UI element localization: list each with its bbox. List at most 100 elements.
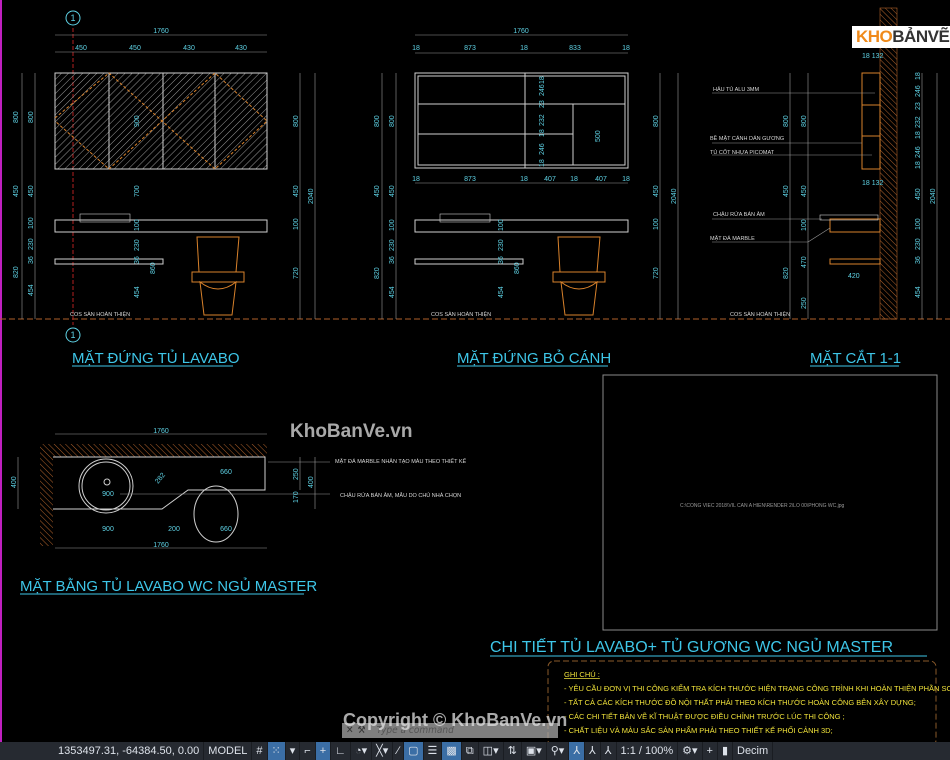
isometric-icon[interactable]: ╳▾	[372, 742, 394, 760]
drawing-ellipse	[193, 485, 239, 543]
drawing-text: 1	[70, 13, 75, 23]
auto-scale-icon[interactable]: ⅄	[585, 742, 601, 760]
drawing-text: 820	[13, 266, 20, 278]
drawing-text: 100	[498, 219, 505, 231]
drawing-text: 2040	[671, 188, 678, 204]
drawing-text: 100	[653, 218, 660, 230]
drawing-path	[196, 236, 240, 273]
drawing-text: 700	[134, 185, 141, 197]
drawing-text: 873	[464, 176, 476, 183]
drawing-circle	[103, 478, 111, 486]
toilet-icon	[191, 236, 245, 316]
drawing-text: 820	[783, 267, 790, 279]
drawing-text: 430	[235, 45, 247, 52]
drawing-canvas[interactable]: 1 1 1760 450 450 430 430 800 800 450 450…	[0, 0, 950, 742]
drawing-text: 454	[389, 286, 396, 298]
drawing-rect	[414, 258, 524, 265]
drawing-text: COS SÀN HOÀN THIỆN	[730, 310, 790, 318]
drawing-text: - YÊU CẦU ĐƠN VỊ THI CÔNG KIỂM TRA KÍCH …	[564, 683, 950, 693]
annotation-visibility-icon[interactable]: ⅄	[569, 742, 586, 760]
drawing-text: 36	[28, 256, 35, 264]
dynamic-input-icon[interactable]: +	[315, 742, 332, 760]
drawing-text: TỦ CỐT NHỰA PICOMAT	[710, 149, 775, 156]
drawing-text: 36	[134, 256, 141, 264]
drawing-text: HẬU TỦ ALU 3MM	[713, 86, 759, 93]
drawing-text: 18	[539, 76, 546, 84]
drawing-text: 800	[374, 115, 381, 127]
drawing-text: CHẬU RỬA BÁN ÂM, MẪU DO CHỦ NHÀ CHỌN	[340, 492, 461, 499]
elevation-no-doors: 1760 18 873 18 833 18 18 873 18 407 18 4…	[374, 28, 679, 319]
drawing-text: 18	[539, 129, 546, 137]
drawing-text: 200	[168, 526, 180, 533]
elevation-lavabo: 1760 450 450 430 430 800 800 450 450 100…	[13, 28, 316, 319]
gear-icon[interactable]: ⚙▾	[678, 742, 703, 760]
drawing-text: 250	[801, 297, 808, 309]
drawing-text: 18	[539, 159, 546, 167]
drawing-path	[552, 271, 606, 283]
plan-lavabo: 1760 1760 900 900 200 660 660 282 400 25…	[11, 428, 467, 549]
selection-filter-icon[interactable]: ▣▾	[522, 742, 547, 760]
selection-cycling-icon[interactable]: ⧉	[462, 742, 479, 760]
plus-icon[interactable]: +	[703, 742, 718, 760]
drawing-text: 450	[13, 185, 20, 197]
model-space-button[interactable]: MODEL	[204, 742, 253, 760]
drawing-path	[557, 236, 601, 273]
snap-dropdown-icon[interactable]: ▾	[286, 742, 301, 760]
gizmo-icon[interactable]: ⚲▾	[547, 742, 570, 760]
drawing-text: 660	[220, 526, 232, 533]
units-dropdown[interactable]: Decim	[733, 742, 774, 760]
drawing-text: 873	[464, 45, 476, 52]
units-icon[interactable]: ▮	[718, 742, 733, 760]
toilet-icon	[552, 236, 606, 316]
drawing-text: 450	[801, 185, 808, 197]
drawing-text: 800	[293, 115, 300, 127]
section-marker-top: 1	[65, 10, 81, 26]
object-snap-icon[interactable]: ▢	[404, 742, 424, 760]
drawing-rect	[829, 258, 881, 265]
coordinates-readout[interactable]: 1353497.31, -64384.50, 0.00	[54, 742, 205, 760]
cabinet-section	[861, 72, 881, 170]
drawing-text: 450	[293, 185, 300, 197]
drawing-text: 282	[154, 472, 167, 486]
object-snap-tracking-icon[interactable]: ∕	[393, 742, 405, 760]
drawing-text: 450	[129, 45, 141, 52]
drawing-text: 900	[102, 526, 114, 533]
drawing-text: 660	[220, 469, 232, 476]
drawing-text: 2040	[308, 188, 315, 204]
polar-tracking-icon[interactable]: ◔▾	[351, 742, 373, 760]
3d-osnap-icon[interactable]: ◫▾	[479, 742, 504, 760]
drawing-text: 450	[915, 188, 922, 200]
drawing-text: 246	[915, 146, 922, 158]
infer-constraints-icon[interactable]: ⌐	[300, 742, 316, 760]
drawing-text: 450	[75, 45, 87, 52]
drawing-text: 36	[389, 256, 396, 264]
transparency-icon[interactable]: ▩	[442, 742, 462, 760]
drawing-text: MẶT ĐÁ MARBLE	[710, 235, 755, 242]
drawing-rect	[439, 213, 491, 223]
drawing-text: 23	[915, 102, 922, 110]
render-image-frame[interactable]: C:\CONG VIEC 2018\VIL CAN A HIEN\RENDER …	[602, 374, 938, 631]
drawing-text: 18	[915, 131, 922, 139]
drawing-text: 18	[622, 176, 630, 183]
drawing-text: 36	[498, 256, 505, 264]
dynamic-ucs-icon[interactable]: ⇅	[504, 742, 522, 760]
drawing-text: 230	[498, 239, 505, 251]
drawing-text: 450	[389, 185, 396, 197]
grid-icon[interactable]: #	[252, 742, 268, 760]
annotation-scale-dropdown[interactable]: 1:1 / 100%	[617, 742, 679, 760]
drawing-text: 470	[801, 256, 808, 268]
drawing-text: 18	[520, 176, 528, 183]
drawing-text: GHI CHÚ :	[564, 670, 600, 679]
detail-title: CHI TIẾT TỦ LAVABO+ TỦ GƯƠNG WC NGỦ MAST…	[490, 637, 893, 656]
drawing-text: 820	[374, 267, 381, 279]
snap-icon[interactable]: ⁙	[267, 742, 286, 760]
lineweight-icon[interactable]: ☰	[424, 742, 443, 760]
drawing-text: 800	[653, 115, 660, 127]
ortho-icon[interactable]: ∟	[331, 742, 351, 760]
drawing-text: 720	[653, 267, 660, 279]
drawing-text: MẶT ĐÁ MARBLE NHÂN TẠO MÀU THEO THIẾT KẾ	[335, 458, 467, 465]
drawing-text: 246	[915, 85, 922, 97]
drawing-text: - CÁC CHI TIẾT BẢN VẼ KĨ THUẬT ĐƯỢC ĐIỀU…	[564, 711, 845, 721]
annotation-scale-icon[interactable]: ⅄	[601, 742, 617, 760]
drawing-text: 1760	[513, 28, 529, 35]
